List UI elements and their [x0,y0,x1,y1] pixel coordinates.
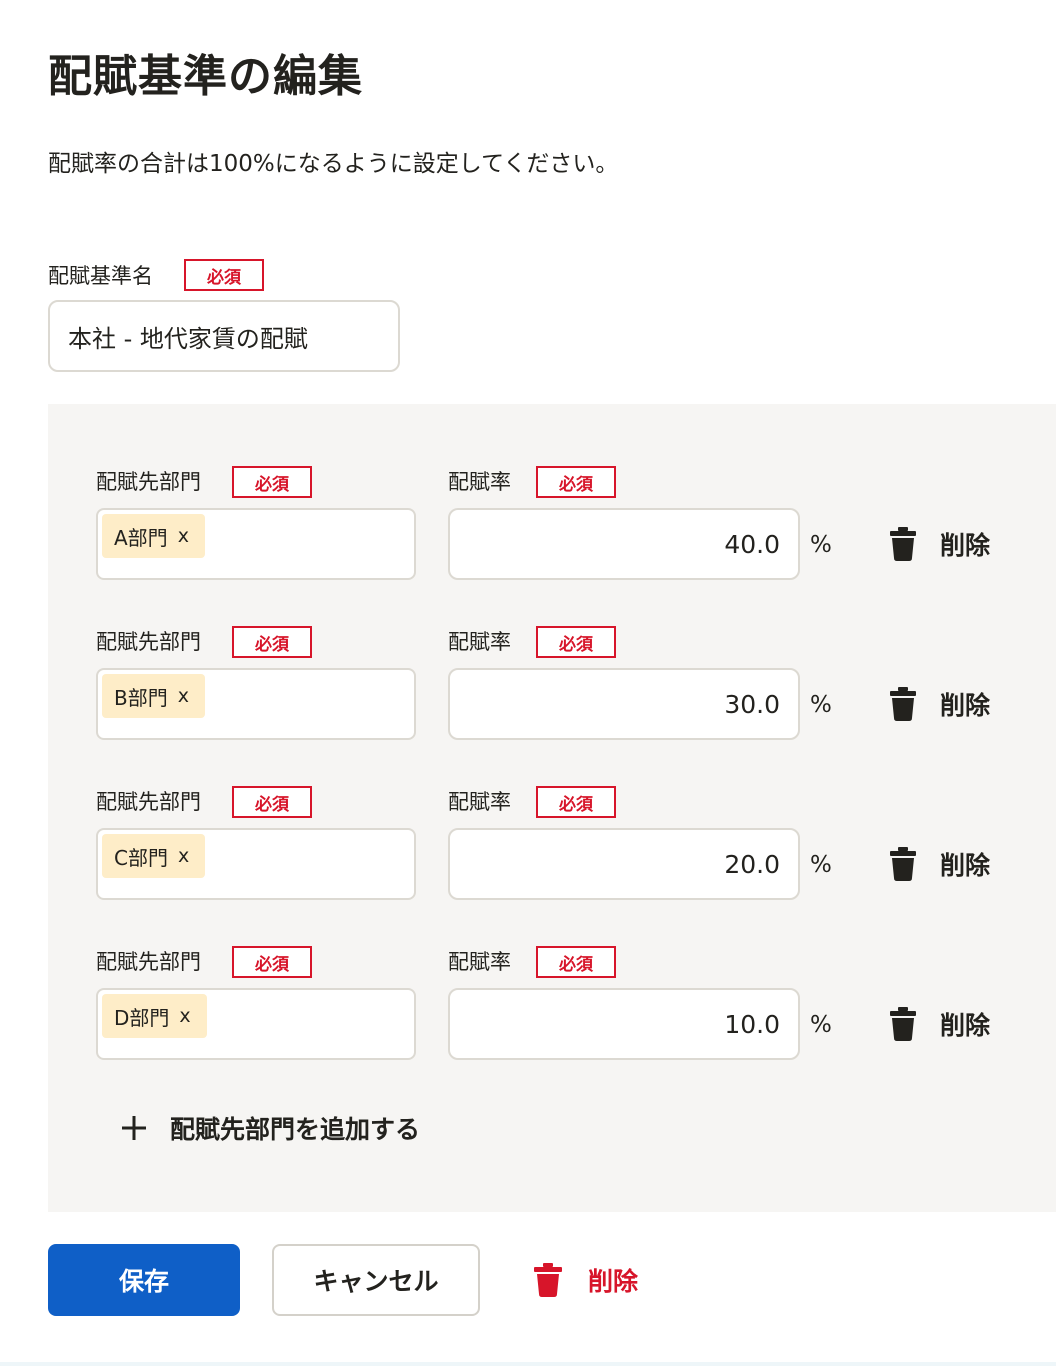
row-delete-label: 削除 [940,691,991,720]
required-badge: 必須 [536,786,616,818]
allocation-row: 配賦先部門 必須 配賦率 必須 B部門 x 30.0 % 削除 [48,564,1056,740]
row-delete-button[interactable]: 削除 [890,844,990,884]
dept-field-label: 配賦先部門 [96,630,201,654]
required-badge: 必須 [536,946,616,978]
trash-icon [534,1263,562,1297]
allocation-row: 配賦先部門 必須 配賦率 必須 D部門 x 10.0 % 削除 [48,884,1056,1060]
name-field-label: 配賦基準名 [48,264,153,288]
page-title: 配賦基準の編集 [48,51,363,102]
page-description: 配賦率の合計は100%になるように設定してください。 [48,151,619,177]
row-delete-label: 削除 [940,1011,991,1040]
required-badge: 必須 [232,946,312,978]
allocation-row: 配賦先部門 必須 配賦率 必須 C部門 x 20.0 % 削除 [48,724,1056,900]
trash-icon [890,1007,916,1041]
dept-chip: C部門 x [102,834,206,878]
allocation-name-input[interactable]: 本社 - 地代家賃の配賦 [48,300,400,372]
percent-unit: % [810,692,832,718]
required-badge: 必須 [536,626,616,658]
required-badge: 必須 [232,466,312,498]
cancel-button[interactable]: キャンセル [272,1244,480,1316]
percent-unit: % [810,1012,832,1038]
add-department-button[interactable]: 配賦先部門を追加する [120,1110,420,1146]
required-badge: 必須 [232,626,312,658]
dept-field-label: 配賦先部門 [96,950,201,974]
allocation-row: 配賦先部門 必須 配賦率 必須 A部門 x 40.0 % 削除 [48,404,1056,580]
trash-icon [890,527,916,561]
row-delete-button[interactable]: 削除 [890,524,990,564]
chip-remove-icon[interactable]: x [178,845,189,867]
dept-chip: B部門 x [102,674,205,718]
required-badge: 必須 [184,259,264,291]
rate-field-label: 配賦率 [448,470,511,494]
rate-input[interactable]: 10.0 [448,988,800,1060]
dept-chip-label: D部門 [114,1005,170,1030]
chip-remove-icon[interactable]: x [179,1005,190,1027]
dept-chip-label: C部門 [114,845,168,870]
required-badge: 必須 [232,786,312,818]
dept-field-label: 配賦先部門 [96,470,201,494]
dept-chip-label: A部門 [114,525,168,550]
rate-field-label: 配賦率 [448,790,511,814]
percent-unit: % [810,532,832,558]
row-delete-label: 削除 [940,851,991,880]
required-badge: 必須 [536,466,616,498]
row-delete-label: 削除 [940,531,991,560]
rate-field-label: 配賦率 [448,630,511,654]
dept-chip: A部門 x [102,514,205,558]
delete-button-label: 削除 [588,1267,639,1296]
row-delete-button[interactable]: 削除 [890,1004,990,1044]
dept-select[interactable]: D部門 x [96,988,416,1060]
edit-allocation-page: 配賦基準の編集 配賦率の合計は100%になるように設定してください。 配賦基準名… [0,0,1056,1366]
chip-remove-icon[interactable]: x [178,525,189,547]
chip-remove-icon[interactable]: x [178,685,189,707]
rate-field-label: 配賦率 [448,950,511,974]
trash-icon [890,847,916,881]
add-department-label: 配賦先部門を追加する [170,1115,421,1144]
dept-field-label: 配賦先部門 [96,790,201,814]
save-button[interactable]: 保存 [48,1244,240,1316]
delete-button[interactable]: 削除 [534,1260,638,1300]
percent-unit: % [810,852,832,878]
bottom-divider [0,1362,1056,1366]
dept-chip-label: B部門 [114,685,168,710]
dept-chip: D部門 x [102,994,207,1038]
row-delete-button[interactable]: 削除 [890,684,990,724]
trash-icon [890,687,916,721]
allocation-rows-panel: 配賦先部門 必須 配賦率 必須 A部門 x 40.0 % 削除 配賦先部門 必須… [48,404,1056,1212]
plus-icon [122,1116,146,1140]
